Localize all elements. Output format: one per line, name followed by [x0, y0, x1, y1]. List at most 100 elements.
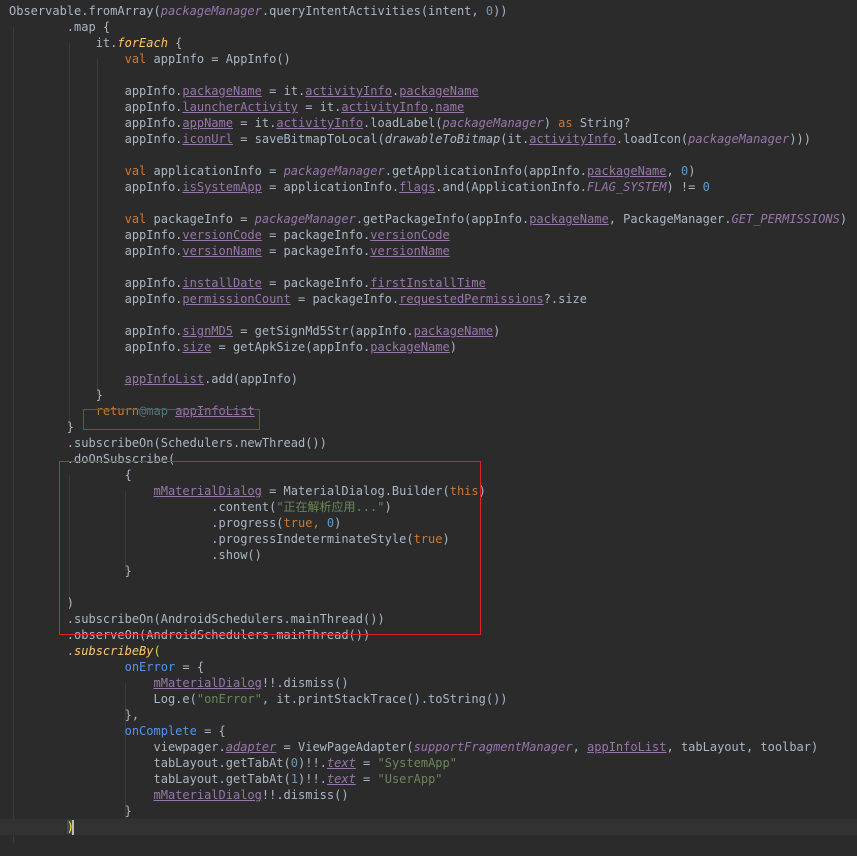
code-token: ))	[493, 4, 508, 18]
code-token: flags	[399, 180, 436, 194]
code-token: onComplete	[124, 724, 197, 738]
code-line[interactable]: .subscribeOn(Schedulers.newThread())	[0, 435, 857, 451]
code-line[interactable]: .show()	[0, 547, 857, 563]
code-token: )	[493, 324, 501, 338]
code-line[interactable]: onError = {	[0, 659, 857, 675]
code-line[interactable]: appInfo.launcherActivity = it.activityIn…	[0, 99, 857, 115]
code-token: appInfo.	[9, 116, 183, 130]
code-line[interactable]: Observable.fromArray(packageManager.quer…	[0, 3, 857, 19]
code-line[interactable]: appInfo.appName = it.activityInfo.loadLa…	[0, 115, 857, 131]
code-line[interactable]: appInfo.versionCode = packageInfo.versio…	[0, 227, 857, 243]
code-line[interactable]: tabLayout.getTabAt(1)!!.text = "UserApp"	[0, 771, 857, 787]
code-line[interactable]: appInfo.installDate = packageInfo.firstI…	[0, 275, 857, 291]
code-line[interactable]: .progressIndeterminateStyle(true)	[0, 531, 857, 547]
code-line[interactable]: val packageInfo = packageManager.getPack…	[0, 211, 857, 227]
code-line[interactable]	[0, 579, 857, 595]
code-token: text	[326, 756, 356, 770]
code-token: = {	[196, 724, 226, 738]
code-token: )!!.	[298, 772, 327, 786]
code-token: =	[355, 756, 378, 770]
code-token: .	[9, 644, 75, 658]
code-line[interactable]: {	[0, 467, 857, 483]
code-line[interactable]: viewpager.adapter = ViewPageAdapter(supp…	[0, 739, 857, 755]
code-token: )	[478, 484, 486, 498]
text-caret	[72, 820, 74, 835]
code-line[interactable]: return@map appInfoList	[0, 403, 857, 419]
code-token: .subscribeOn(Schedulers.newThread())	[9, 436, 327, 450]
code-token: .show()	[9, 548, 262, 562]
code-line[interactable]: appInfo.versionName = packageInfo.versio…	[0, 243, 857, 259]
code-line[interactable]: },	[0, 707, 857, 723]
code-token: isSystemApp	[182, 180, 262, 194]
code-line[interactable]: tabLayout.getTabAt(0)!!.text = "SystemAp…	[0, 755, 857, 771]
code-token: it	[319, 100, 335, 114]
code-line[interactable]: mMaterialDialog = MaterialDialog.Builder…	[0, 483, 857, 499]
code-line[interactable]: appInfo.isSystemApp = applicationInfo.fl…	[0, 179, 857, 195]
code-line[interactable]: appInfoList.add(appInfo)	[0, 371, 857, 387]
code-token: "SystemApp"	[377, 756, 457, 770]
code-token: onError	[124, 660, 176, 674]
code-token: .loadIcon(	[615, 132, 689, 146]
code-line[interactable]: )	[0, 819, 857, 835]
code-token: .and(ApplicationInfo.	[435, 180, 587, 194]
code-token: )	[688, 164, 696, 178]
code-line[interactable]: }	[0, 563, 857, 579]
code-line[interactable]: .map {	[0, 19, 857, 35]
code-token: mMaterialDialog	[153, 676, 262, 690]
code-token: true	[283, 516, 313, 530]
code-token: ?.size	[543, 292, 587, 306]
code-line[interactable]: mMaterialDialog!!.dismiss()	[0, 787, 857, 803]
code-line[interactable]: }	[0, 419, 857, 435]
code-line[interactable]	[0, 195, 857, 211]
code-editor[interactable]: Observable.fromArray(packageManager.quer…	[0, 0, 857, 856]
code-line[interactable]: }	[0, 803, 857, 819]
code-token: drawableToBitmap	[384, 132, 501, 146]
code-token: =	[261, 84, 284, 98]
code-line[interactable]: val applicationInfo = packageManager.get…	[0, 163, 857, 179]
code-token: ,	[666, 164, 681, 178]
code-token: }	[9, 804, 132, 818]
code-line[interactable]	[0, 147, 857, 163]
code-line[interactable]: appInfo.signMD5 = getSignMd5Str(appInfo.…	[0, 323, 857, 339]
code-line[interactable]: }	[0, 387, 857, 403]
code-line[interactable]	[0, 307, 857, 323]
code-token: packageName	[182, 84, 262, 98]
code-line[interactable]: appInfo.iconUrl = saveBitmapToLocal(draw…	[0, 131, 857, 147]
code-token: .subscribeOn(AndroidSchedulers.mainThrea…	[9, 612, 385, 626]
code-token: viewpager.	[9, 740, 226, 754]
code-token: )))	[789, 132, 811, 146]
code-token: appName	[182, 116, 233, 130]
code-line[interactable]: .subscribeBy(	[0, 643, 857, 659]
code-token: val	[124, 212, 147, 226]
code-line[interactable]: )	[0, 595, 857, 611]
code-line[interactable]	[0, 67, 857, 83]
code-line[interactable]: .progress(true, 0)	[0, 515, 857, 531]
code-token: packageInfo =	[146, 212, 255, 226]
code-token: )	[384, 500, 392, 514]
code-token: it	[276, 692, 291, 706]
code-line[interactable]: onComplete = {	[0, 723, 857, 739]
code-token: .progress(	[9, 516, 284, 530]
code-line[interactable]: appInfo.packageName = it.activityInfo.pa…	[0, 83, 857, 99]
code-line[interactable]: .observeOn(AndroidSchedulers.mainThread(…	[0, 627, 857, 643]
code-line[interactable]: appInfo.permissionCount = packageInfo.re…	[0, 291, 857, 307]
code-line[interactable]: .content("正在解析应用...")	[0, 499, 857, 515]
code-token: {	[167, 36, 183, 50]
code-token: this	[449, 484, 479, 498]
code-token: size	[182, 340, 212, 354]
code-line[interactable]: mMaterialDialog!!.dismiss()	[0, 675, 857, 691]
code-line[interactable]	[0, 259, 857, 275]
code-line[interactable]: .doOnSubscribe(	[0, 451, 857, 467]
code-line[interactable]: val appInfo = AppInfo()	[0, 51, 857, 67]
code-line[interactable]: .subscribeOn(AndroidSchedulers.mainThrea…	[0, 611, 857, 627]
code-line[interactable]: appInfo.size = getApkSize(appInfo.packag…	[0, 339, 857, 355]
code-line[interactable]: it.forEach {	[0, 35, 857, 51]
code-line[interactable]	[0, 355, 857, 371]
code-line[interactable]: Log.e("onError", it.printStackTrace().to…	[0, 691, 857, 707]
code-token: }	[9, 388, 103, 402]
code-token: return	[95, 404, 140, 418]
code-token: packageManager	[254, 212, 356, 226]
